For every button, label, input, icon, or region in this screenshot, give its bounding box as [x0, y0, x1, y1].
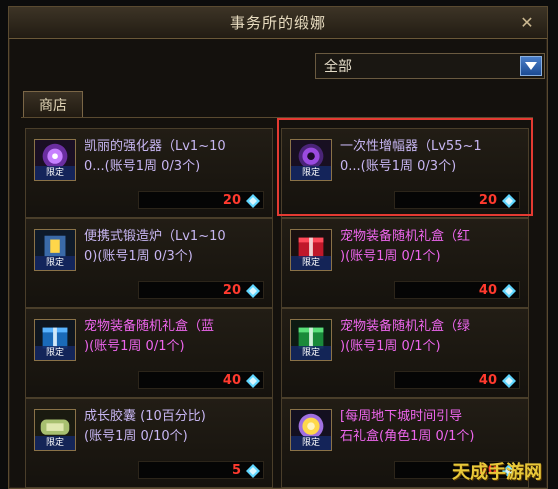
item-name: 宠物装备随机礼盒（红)(账号1周 0/1个) — [340, 229, 471, 264]
limited-tag: 限定 — [291, 256, 331, 270]
item-name: 凯丽的强化器（Lv1~10 0...(账号1周 0/3个) — [84, 139, 226, 174]
purple-orb-icon: 限定 — [34, 139, 76, 181]
close-icon[interactable]: ✕ — [517, 13, 537, 33]
gold-orb-icon: 限定 — [290, 409, 332, 451]
item-price: 40 — [478, 373, 497, 388]
list-item[interactable]: 限定 便携式锻造炉（Lv1~10 0)(账号1周 0/3个) 20 — [25, 218, 273, 308]
watermark: 天成手游网 — [452, 462, 542, 483]
category-filter-select[interactable]: 全部 — [315, 53, 545, 79]
blue-gift-box-icon: 限定 — [34, 319, 76, 361]
price-bar: 40 — [394, 371, 520, 389]
gem-icon — [502, 374, 516, 388]
filter-selected-value: 全部 — [324, 59, 352, 75]
item-price: 20 — [222, 193, 241, 208]
gem-icon — [246, 284, 260, 298]
gem-icon — [246, 464, 260, 478]
item-price: 5 — [231, 463, 241, 478]
title-bar[interactable]: 事务所的缎娜 ✕ — [9, 7, 547, 39]
chevron-down-icon[interactable] — [520, 56, 542, 76]
item-name: 便携式锻造炉（Lv1~10 0)(账号1周 0/3个) — [84, 229, 226, 264]
price-bar: 40 — [138, 371, 264, 389]
window-title: 事务所的缎娜 — [229, 14, 326, 32]
price-bar: 40 — [394, 281, 520, 299]
item-name: 宠物装备随机礼盒（绿)(账号1周 0/1个) — [340, 319, 471, 354]
limited-tag: 限定 — [291, 346, 331, 360]
price-bar: 20 — [138, 281, 264, 299]
limited-tag: 限定 — [35, 166, 75, 180]
list-item[interactable]: 限定 成长胶囊 (10百分比) (账号1周 0/10个) 5 — [25, 398, 273, 488]
selection-highlight — [277, 118, 533, 216]
price-bar: 5 — [138, 461, 264, 479]
item-price: 40 — [222, 373, 241, 388]
item-name: [每周地下城时间引导 石礼盒(角色1周 0/1个) — [340, 409, 475, 444]
limited-tag: 限定 — [35, 256, 75, 270]
gem-icon — [246, 374, 260, 388]
item-price: 20 — [222, 283, 241, 298]
item-name: 宠物装备随机礼盒（蓝)(账号1周 0/1个) — [84, 319, 215, 354]
limited-tag: 限定 — [291, 436, 331, 450]
gem-icon — [246, 194, 260, 208]
gem-icon — [502, 284, 516, 298]
price-bar: 20 — [138, 191, 264, 209]
forge-icon: 限定 — [34, 229, 76, 271]
list-item[interactable]: 限定 凯丽的强化器（Lv1~10 0...(账号1周 0/3个) 20 — [25, 128, 273, 218]
list-item[interactable]: 限定 宠物装备随机礼盒（红)(账号1周 0/1个) 40 — [281, 218, 529, 308]
list-item[interactable]: 限定 宠物装备随机礼盒（蓝)(账号1周 0/1个) 40 — [25, 308, 273, 398]
limited-tag: 限定 — [35, 346, 75, 360]
green-gift-box-icon: 限定 — [290, 319, 332, 361]
item-name: 成长胶囊 (10百分比) (账号1周 0/10个) — [84, 409, 206, 444]
limited-tag: 限定 — [35, 436, 75, 450]
red-gift-box-icon: 限定 — [290, 229, 332, 271]
list-item[interactable]: 限定 宠物装备随机礼盒（绿)(账号1周 0/1个) 40 — [281, 308, 529, 398]
item-price: 40 — [478, 283, 497, 298]
item-list: 限定 凯丽的强化器（Lv1~10 0...(账号1周 0/3个) 20 限定 一次… — [21, 117, 533, 489]
tab-shop[interactable]: 商店 — [23, 91, 83, 117]
shop-window: 事务所的缎娜 ✕ 全部 商店 限定 凯丽的强化器（Lv1~10 0...(账号1周… — [8, 6, 548, 489]
scroll-icon: 限定 — [34, 409, 76, 451]
